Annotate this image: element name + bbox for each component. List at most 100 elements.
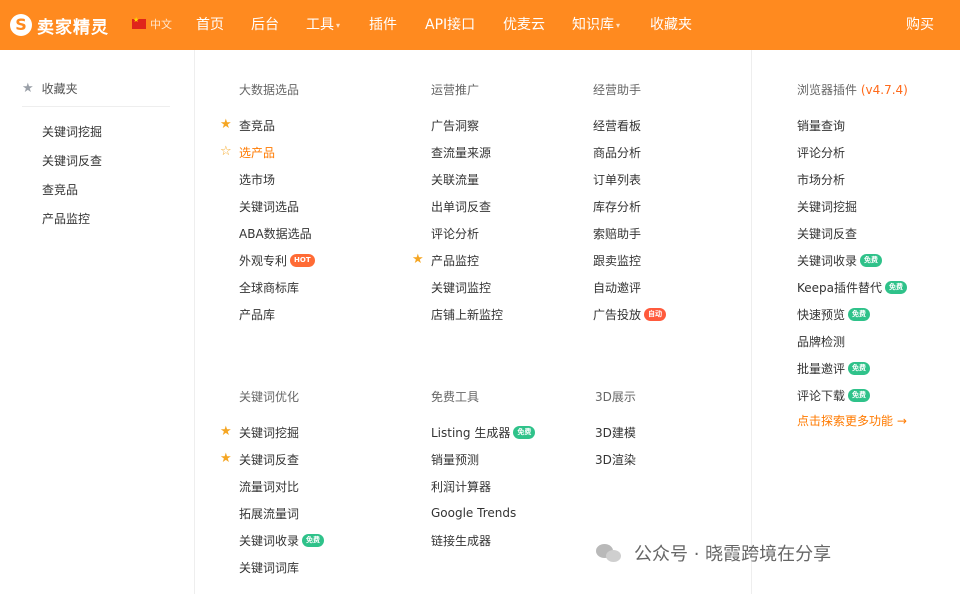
menu-item-keyword-indexing[interactable]: 关键词收录 免费 [239, 532, 325, 548]
menu-item-ad-placement[interactable]: 广告投放 自动 [593, 306, 667, 322]
menu-item-label: 出单词反查 [431, 199, 492, 214]
menu-item-expand-traffic-keywords[interactable]: 拓展流量词 [239, 505, 299, 521]
menu-item-profit-calculator[interactable]: 利润计算器 [431, 478, 491, 494]
menu-item-label: 品牌检测 [797, 334, 846, 349]
menu-item-order-keyword-lookup[interactable]: 出单词反查 [431, 198, 491, 214]
menu-item-label: 关键词反查 [797, 226, 858, 241]
menu-item-review-analysis[interactable]: 评论分析 [797, 144, 845, 160]
menu-item-label: 自动邀评 [593, 280, 642, 295]
section-title-ops-assistant: 经营助手 [593, 83, 642, 97]
menu-item-bulk-review-request[interactable]: 批量邀评 免费 [797, 360, 871, 376]
menu-item-keyword-selection[interactable]: 关键词选品 [239, 198, 299, 214]
menu-item-brand-check[interactable]: 品牌检测 [797, 333, 845, 349]
menu-item-order-list[interactable]: 订单列表 [593, 171, 641, 187]
menu-item-keyword-reverse[interactable]: 关键词反查 [797, 225, 857, 241]
menu-item-hijacker-monitor[interactable]: 跟卖监控 [593, 252, 641, 268]
star-icon: ★ [22, 81, 34, 96]
menu-item-claim-assistant[interactable]: 索赔助手 [593, 225, 641, 241]
chevron-down-icon: ▾ [616, 20, 621, 30]
menu-item-product-analysis[interactable]: 商品分析 [593, 144, 641, 160]
version-label: (v4.7.4) [860, 83, 908, 97]
star-filled-icon[interactable]: ★ [220, 424, 232, 440]
menu-item-keyword-library[interactable]: 关键词词库 [239, 559, 299, 575]
menu-item-label: 库存分析 [593, 199, 642, 214]
nav-tools[interactable]: 工具 ▾ [306, 14, 340, 34]
menu-item-3d-modeling[interactable]: 3D建模 [595, 424, 636, 440]
section-title-label: 浏览器插件 [797, 83, 858, 97]
favorites-item[interactable]: 查竞品 [42, 181, 78, 198]
menu-item-keepa-alternative[interactable]: Keepa插件替代 免费 [797, 279, 908, 295]
menu-item-quick-preview[interactable]: 快速预览 免费 [797, 306, 871, 322]
menu-item-keyword-mining[interactable]: ★ 关键词挖掘 [220, 424, 299, 440]
menu-item-dashboard[interactable]: 经营看板 [593, 117, 641, 133]
menu-item-google-trends[interactable]: Google Trends [431, 505, 516, 521]
menu-item-inventory-analysis[interactable]: 库存分析 [593, 198, 641, 214]
menu-item-ad-insights[interactable]: 广告洞察 [431, 117, 479, 133]
menu-item-label: 关键词监控 [431, 280, 492, 295]
favorites-item[interactable]: 产品监控 [42, 210, 90, 227]
menu-item-label: 关键词收录 [797, 253, 858, 268]
menu-item-label: 销量查询 [797, 118, 846, 133]
explore-more-link[interactable]: 点击探索更多功能 → [797, 412, 907, 429]
menu-item-auto-review-request[interactable]: 自动邀评 [593, 279, 641, 295]
nav-knowledge-base[interactable]: 知识库 ▾ [572, 14, 620, 34]
nav-favorites[interactable]: 收藏夹 [650, 14, 692, 34]
nav-youmaiyun[interactable]: 优麦云 [503, 14, 545, 34]
star-filled-icon[interactable]: ★ [220, 117, 232, 133]
favorites-title: ★ 收藏夹 [22, 80, 78, 97]
menu-item-product-library[interactable]: 产品库 [239, 306, 275, 322]
menu-item-keyword-monitor[interactable]: 关键词监控 [431, 279, 491, 295]
menu-item-keyword-reverse[interactable]: ★ 关键词反查 [220, 451, 299, 467]
menu-item-label: 关联流量 [431, 172, 480, 187]
menu-item-keyword-mining[interactable]: 关键词挖掘 [797, 198, 857, 214]
menu-item-label: 索赔助手 [593, 226, 642, 241]
menu-item-label: 关键词词库 [239, 560, 300, 575]
favorites-title-label: 收藏夹 [41, 82, 78, 96]
logo-text: 卖家精灵 [37, 17, 109, 38]
nav-backend[interactable]: 后台 [251, 14, 279, 34]
menu-item-select-market[interactable]: 选市场 [239, 171, 275, 187]
menu-item-sales-query[interactable]: 销量查询 [797, 117, 845, 133]
menu-item-label: 关键词挖掘 [797, 199, 858, 214]
menu-item-label: 快速预览 [797, 307, 846, 322]
hot-badge: HOT [290, 253, 315, 267]
nav-buy[interactable]: 购买 [906, 14, 934, 34]
menu-item-global-trademark[interactable]: 全球商标库 [239, 279, 299, 295]
menu-item-label: 关键词收录 [239, 533, 300, 548]
menu-item-3d-rendering[interactable]: 3D渲染 [595, 451, 636, 467]
menu-item-find-competitors[interactable]: ★ 查竞品 [220, 117, 275, 133]
nav-api[interactable]: API接口 [425, 14, 475, 34]
menu-item-label: 订单列表 [593, 172, 642, 187]
nav-tools-label: 工具 [306, 17, 334, 33]
menu-item-traffic-keyword-compare[interactable]: 流量词对比 [239, 478, 299, 494]
nav-plugins[interactable]: 插件 [369, 14, 397, 34]
top-navigation-bar: S 卖家精灵 中文 首页 后台 工具▾ 插件 API接口 优麦云 知识库▾ 收藏… [0, 0, 960, 50]
logo[interactable]: S 卖家精灵 [10, 11, 109, 39]
menu-item-product-monitor[interactable]: ★ 产品监控 [412, 252, 479, 268]
menu-item-aba-selection[interactable]: ABA数据选品 [239, 225, 312, 241]
menu-item-sales-forecast[interactable]: 销量预测 [431, 451, 479, 467]
menu-item-review-download[interactable]: 评论下载 免费 [797, 387, 871, 403]
menu-item-store-new-listing-monitor[interactable]: 店铺上新监控 [431, 306, 503, 322]
star-filled-icon[interactable]: ★ [412, 252, 424, 268]
menu-item-label: 销量预测 [431, 452, 480, 467]
auto-badge: 自动 [644, 307, 667, 321]
menu-item-traffic-source[interactable]: 查流量来源 [431, 144, 491, 160]
free-badge: 免费 [860, 253, 883, 267]
star-filled-icon[interactable]: ★ [220, 451, 232, 467]
menu-item-label: Listing 生成器 [431, 425, 511, 440]
menu-item-design-patent[interactable]: 外观专利 HOT [239, 252, 315, 268]
language-switcher[interactable]: 中文 [132, 16, 172, 32]
menu-item-label: 链接生成器 [431, 533, 492, 548]
favorites-item[interactable]: 关键词反查 [42, 152, 102, 169]
menu-item-listing-generator[interactable]: Listing 生成器 免费 [431, 424, 536, 440]
menu-item-related-traffic[interactable]: 关联流量 [431, 171, 479, 187]
menu-item-market-analysis[interactable]: 市场分析 [797, 171, 845, 187]
menu-item-review-analysis[interactable]: 评论分析 [431, 225, 479, 241]
star-outline-icon[interactable]: ☆ [220, 144, 232, 160]
menu-item-keyword-indexing[interactable]: 关键词收录 免费 [797, 252, 883, 268]
menu-item-select-products[interactable]: ☆ 选产品 [220, 144, 275, 160]
menu-item-link-generator[interactable]: 链接生成器 [431, 532, 491, 548]
nav-home[interactable]: 首页 [196, 14, 224, 34]
favorites-item[interactable]: 关键词挖掘 [42, 123, 102, 140]
